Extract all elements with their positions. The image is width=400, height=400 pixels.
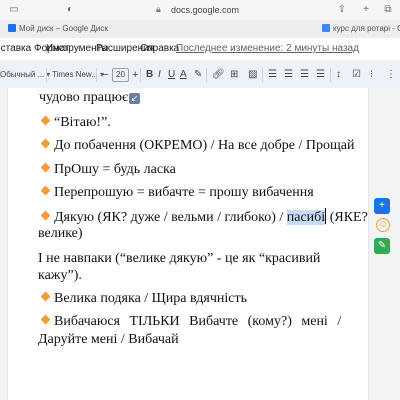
doc-line: Даруйте мені / Вибачай <box>38 332 179 348</box>
highlight-icon[interactable]: ✎ <box>194 67 202 83</box>
doc-line: велике) <box>38 226 83 242</box>
link-icon[interactable]: 🔗︎ <box>212 67 225 83</box>
justify-icon[interactable]: ☰ <box>316 67 325 83</box>
last-edit-link[interactable]: Последнее изменение: 2 минуты назад <box>176 38 359 60</box>
line-spacing-icon[interactable]: ↕ <box>336 67 341 83</box>
tab-label: курс для ротарі - Google Docs <box>333 24 400 33</box>
undo-arrow-icon: ↙ <box>128 93 140 104</box>
doc-line-text: велике) <box>38 226 83 241</box>
suggest-edits-icon[interactable]: ✎ <box>374 238 390 254</box>
drive-icon <box>8 24 16 32</box>
document-canvas: чудово працює ↙ “Вітаю!”. До побачення (О… <box>0 88 400 400</box>
doc-line-text: чудово працює <box>39 90 128 105</box>
doc-line-text: ПрОшу = будь ласка <box>54 162 176 177</box>
align-right-icon[interactable]: ☰ <box>300 67 309 83</box>
tab-label: Мой диск – Google Диск <box>19 24 108 33</box>
shield-icon[interactable]: ◐ <box>64 4 76 16</box>
align-left-icon[interactable]: ☰ <box>268 67 277 83</box>
doc-line: Дякую (ЯК? дуже / вельми / глибоко) / па… <box>40 208 368 226</box>
doc-line: Вибачаюся ТІЛЬКИ Вибачте (кому?) мені / <box>40 314 342 330</box>
toolbar-divider <box>206 68 207 82</box>
underline-button[interactable]: U <box>168 67 175 83</box>
doc-line-text: До побачення (ОКРЕМО) / На все добре / П… <box>54 138 355 153</box>
doc-line-text: Вибачаюся ТІЛЬКИ Вибачте (кому?) мені / <box>54 314 342 329</box>
doc-line: До побачення (ОКРЕМО) / На все добре / П… <box>40 138 355 154</box>
orange-diamond-icon <box>40 210 51 221</box>
image-icon[interactable]: ▨ <box>248 67 257 83</box>
bulleted-list-icon[interactable]: ⁝ <box>370 67 373 83</box>
doc-line: Велика подяка / Щира вдячність <box>40 291 247 307</box>
doc-line-text: Даруйте мені / Вибачай <box>38 332 179 347</box>
orange-diamond-icon <box>40 291 51 302</box>
more-options-icon[interactable]: ⋮ <box>386 67 396 83</box>
doc-line: чудово працює ↙ <box>39 90 140 106</box>
doc-line: ПрОшу = будь ласка <box>40 162 176 178</box>
formatting-toolbar: Обычный ... ▾ Times New... ▾ − 20 + B I U … <box>0 62 400 89</box>
emoji-reaction-icon[interactable]: ☺ <box>376 218 390 232</box>
orange-diamond-icon <box>40 314 51 325</box>
doc-line: І не навпаки (“велике дякую” - це як “кр… <box>38 251 320 267</box>
selected-text[interactable]: пасибі <box>286 210 326 225</box>
checklist-icon[interactable]: ☑ <box>352 67 361 83</box>
floating-actions: + ☺ ✎ <box>368 190 396 260</box>
font-value: Times New... <box>52 70 98 79</box>
toolbar-divider <box>140 68 141 82</box>
document-page[interactable]: чудово працює ↙ “Вітаю!”. До побачення (О… <box>8 88 368 400</box>
paragraph-style-select[interactable]: Обычный ... ▾ <box>0 67 50 83</box>
font-size-input[interactable]: 20 <box>112 68 129 82</box>
doc-line-text: (ЯКЕ? <box>326 210 368 225</box>
decrease-font-size-button[interactable]: − <box>102 67 108 83</box>
sidebar-toggle-icon[interactable]: ▭ <box>8 4 20 16</box>
new-tab-icon[interactable]: + <box>360 4 372 16</box>
tab-bar: Мой диск – Google Диск курс для ротарі -… <box>0 20 400 39</box>
doc-line: Перепрошую = вибачте = прошу вибачення <box>40 185 314 201</box>
doc-line-text: Перепрошую = вибачте = прошу вибачення <box>54 185 314 200</box>
orange-diamond-icon <box>40 162 51 173</box>
align-center-icon[interactable]: ☰ <box>284 67 293 83</box>
add-comment-icon[interactable]: + <box>374 198 390 214</box>
doc-line-text: Дякую (ЯК? дуже / вельми / глибоко) / <box>54 210 287 225</box>
doc-line-text: кажу”). <box>38 268 82 283</box>
address-bar[interactable]: docs.google.com <box>160 4 250 16</box>
increase-font-size-button[interactable]: + <box>132 67 138 83</box>
docs-menu-bar: Вставка Формат Инструменты Расширения Сп… <box>0 38 400 60</box>
browser-toolbar: ▭ ◐ 🔒︎ docs.google.com ⇪ + ⧉ <box>0 0 400 21</box>
toolbar-divider <box>96 68 97 82</box>
share-icon[interactable]: ⇪ <box>336 4 348 16</box>
orange-diamond-icon <box>40 185 51 196</box>
comment-icon[interactable]: ⊞ <box>230 67 238 83</box>
toolbar-divider <box>46 68 47 82</box>
toolbar-divider <box>330 68 331 82</box>
paragraph-style-value: Обычный ... <box>0 70 45 79</box>
orange-diamond-icon <box>40 138 51 149</box>
docs-icon <box>322 24 330 32</box>
text-color-button[interactable]: A <box>180 67 187 83</box>
italic-button[interactable]: I <box>158 67 161 83</box>
menu-help[interactable]: Справка <box>140 38 179 60</box>
doc-line: кажу”). <box>38 268 82 284</box>
bold-button[interactable]: B <box>146 67 153 83</box>
tab-overview-icon[interactable]: ⧉ <box>382 4 394 16</box>
tab-my-drive[interactable]: Мой диск – Google Диск <box>8 22 178 36</box>
tab-course-doc[interactable]: курс для ротарі - Google Docs <box>322 22 400 36</box>
doc-line-text: “Вітаю!”. <box>54 115 111 130</box>
doc-line-text: І не навпаки (“велике дякую” - це як “кр… <box>38 251 321 266</box>
doc-line-text: Велика подяка / Щира вдячність <box>54 291 247 306</box>
toolbar-divider <box>262 68 263 82</box>
orange-diamond-icon <box>40 115 51 126</box>
doc-line: “Вітаю!”. <box>40 115 111 131</box>
